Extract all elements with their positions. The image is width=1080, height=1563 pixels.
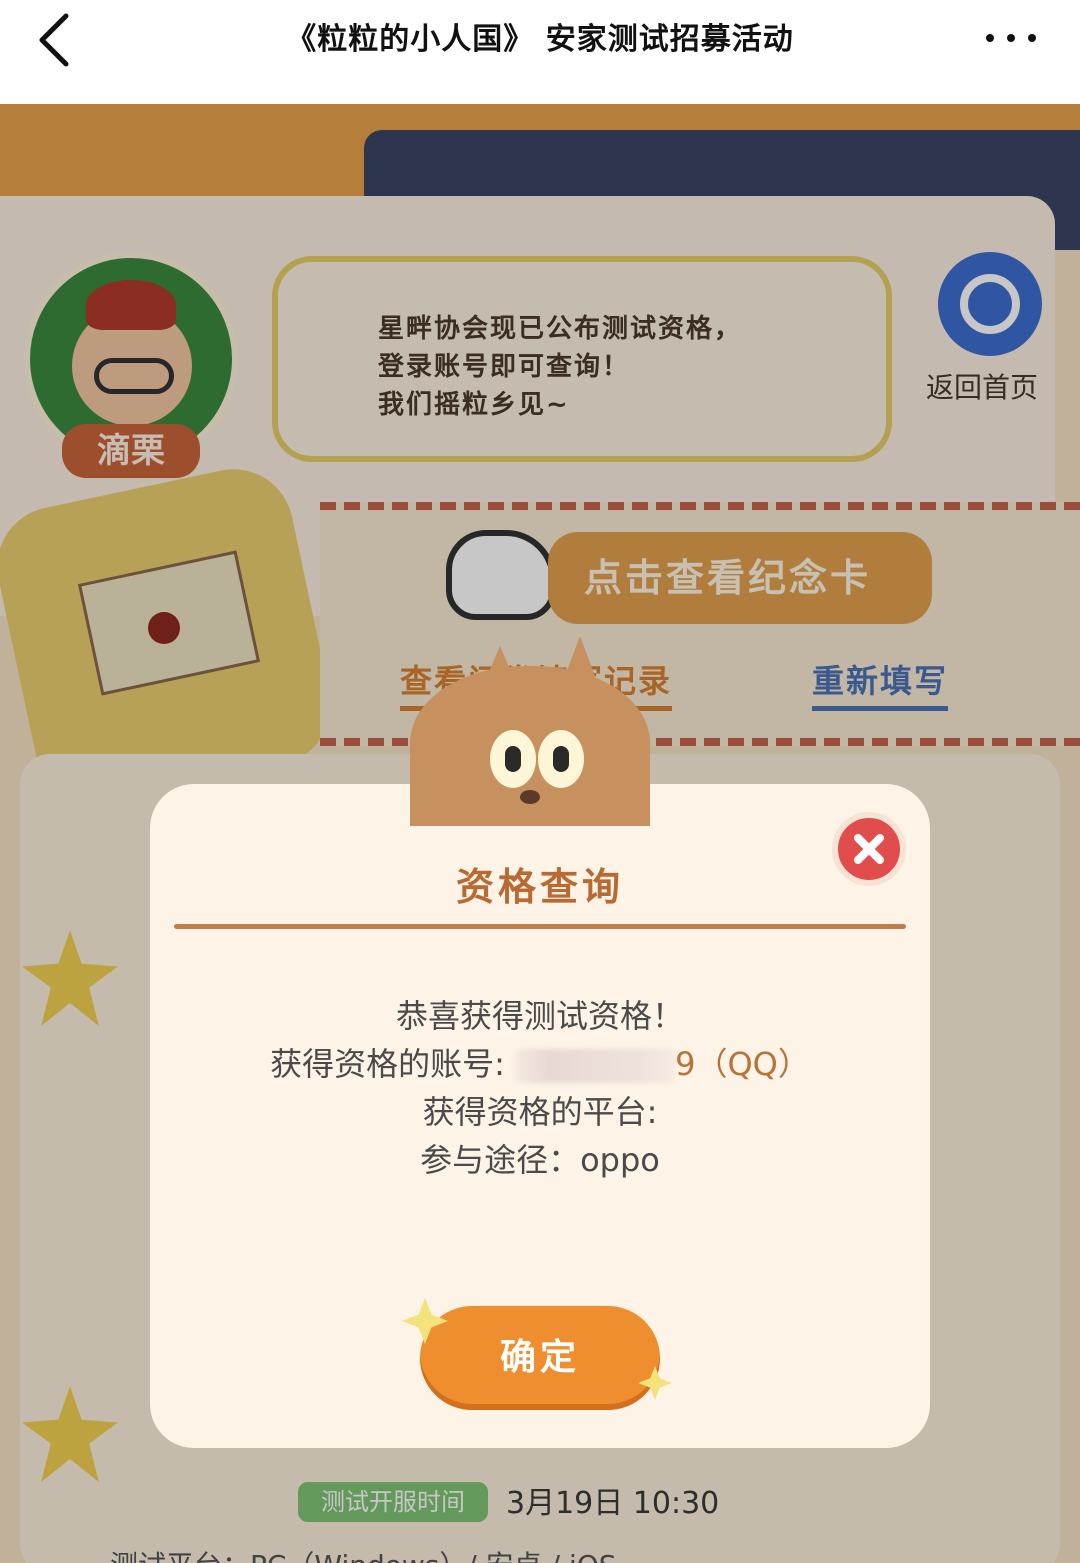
cat-eye [538,730,584,788]
account-label: 获得资格的账号: [270,1045,505,1083]
back-button[interactable] [30,10,86,70]
platform-label: 获得资格的平台: [422,1093,658,1131]
qualification-modal: 资格查询 恭喜获得测试资格！ 获得资格的账号: 9（QQ） 获得资格的平台: 参… [150,636,930,1448]
chevron-left-icon [39,13,69,67]
app-root: 《粒粒的小人国》 安家测试招募活动 滴栗 星畔协会现已公布测试资格， 登录账号即… [0,0,1080,1563]
cat-nose [520,790,540,804]
page-title: 《粒粒的小人国》 安家测试招募活动 [286,22,794,57]
cat-mascot-icon [410,636,650,826]
top-navbar: 《粒粒的小人国》 安家测试招募活动 [0,0,1080,104]
confirm-button[interactable]: 确定 [420,1306,660,1410]
more-dots-icon [986,34,1036,42]
title-divider [174,924,906,929]
route-label: 参与途径：oppo [420,1141,660,1179]
modal-title: 资格查询 [455,865,624,909]
modal-content: 恭喜获得测试资格！ 获得资格的账号: 9（QQ） 获得资格的平台: 参与途径：o… [150,992,930,1184]
more-options-button[interactable] [984,28,1038,48]
account-row: 获得资格的账号: 9（QQ） [150,1040,930,1088]
account-suffix: 9（QQ） [675,1045,810,1083]
cat-eye [490,730,536,788]
congrats-text: 恭喜获得测试资格！ [395,997,684,1035]
redacted-account [515,1049,676,1083]
